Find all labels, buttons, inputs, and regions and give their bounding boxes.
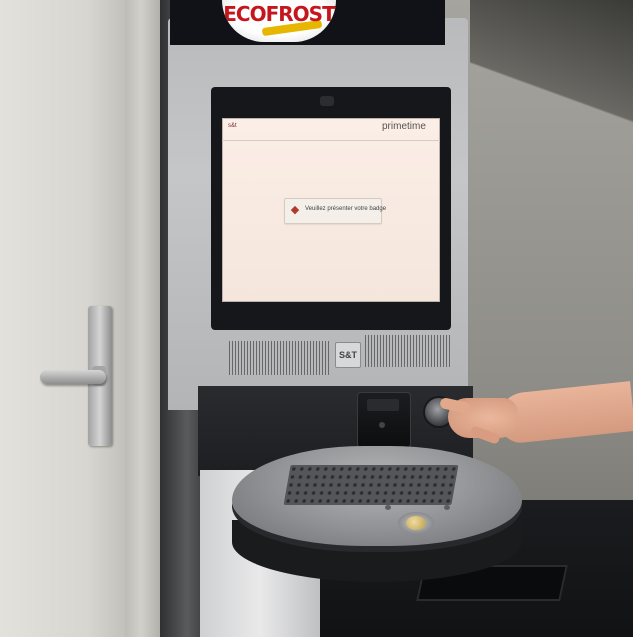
staircase-shadow <box>470 0 633 160</box>
speaker-vent-left <box>229 341 329 375</box>
reader-led-icon <box>379 422 385 428</box>
photo-scene: ECOFROST s&t primetime ◆ Veuillez présen… <box>0 0 633 637</box>
badge-card-icon: ◆ <box>290 204 300 216</box>
brand-logo-text: ECOFROST <box>223 2 335 26</box>
display-brand: primetime <box>382 121 426 132</box>
display-header: s&t primetime <box>222 118 440 141</box>
mouse-button-right[interactable] <box>444 505 450 510</box>
trackball[interactable] <box>406 516 426 530</box>
kiosk-display[interactable]: s&t primetime ◆ Veuillez présenter votre… <box>222 118 440 302</box>
speaker-vent-right <box>365 335 451 367</box>
manufacturer-plate: S&T <box>335 342 361 368</box>
badge-prompt-message: Veuillez présenter votre badge <box>305 206 387 212</box>
door-frame <box>125 0 165 637</box>
keyboard[interactable] <box>283 465 459 505</box>
display-logo-small: s&t <box>228 123 237 129</box>
camera-icon <box>320 96 334 106</box>
mouse-button-left[interactable] <box>385 505 391 510</box>
card-reader-slot[interactable] <box>367 399 399 411</box>
door-handle[interactable] <box>40 370 106 384</box>
badge-prompt-dialog: ◆ Veuillez présenter votre badge <box>284 198 386 224</box>
